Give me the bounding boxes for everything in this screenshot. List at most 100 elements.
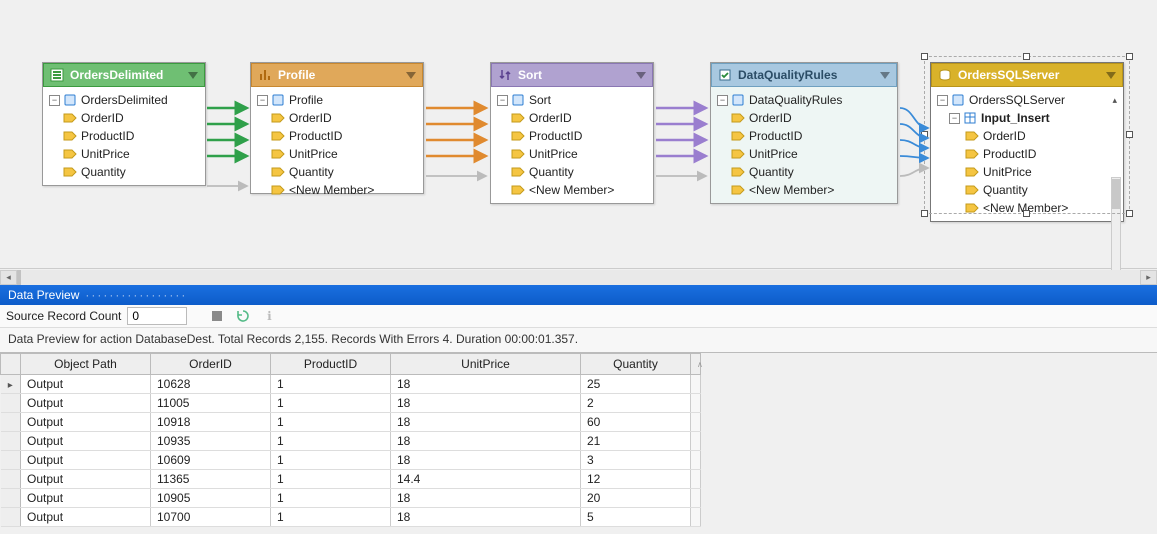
member-row[interactable]: UnitPrice [937,163,1117,181]
grid-row[interactable]: Output107001185 [1,508,701,527]
chevron-down-icon[interactable] [406,72,416,79]
row-selector[interactable] [1,432,21,451]
member-row[interactable]: OrderID [257,109,417,127]
preview-grid[interactable]: Object Path OrderID ProductID UnitPrice … [0,352,1157,527]
dataflow-canvas[interactable]: OrdersDelimited − OrdersDelimited OrderI… [0,0,1157,268]
member-row[interactable]: ProductID [497,127,647,145]
input-row[interactable]: − Input_Insert [937,109,1117,127]
grid-cell[interactable]: Output [21,413,151,432]
grid-cell[interactable]: 2 [581,394,691,413]
member-row-new[interactable]: <New Member> [497,181,647,199]
collapse-icon[interactable]: − [497,95,508,106]
grid-cell[interactable]: 1 [271,375,391,394]
member-row[interactable]: ProductID [257,127,417,145]
col-header[interactable]: OrderID [151,354,271,375]
chevron-down-icon[interactable] [636,72,646,79]
stop-button[interactable] [207,307,227,325]
node-header[interactable]: Sort [491,63,653,87]
tree-root-row[interactable]: − Profile [257,91,417,109]
resize-handle[interactable] [921,210,928,217]
grid-cell[interactable]: 1 [271,413,391,432]
grid-cell[interactable]: 1 [271,489,391,508]
grid-row[interactable]: Output1093511821 [1,432,701,451]
col-header[interactable]: Object Path [21,354,151,375]
grid-row[interactable]: Output11365114.412 [1,470,701,489]
grid-cell[interactable]: 18 [391,394,581,413]
tree-root-row[interactable]: − Sort [497,91,647,109]
node-header[interactable]: OrdersDelimited [43,63,205,87]
grid-cell[interactable]: 10628 [151,375,271,394]
resize-handle[interactable] [921,131,928,138]
grid-cell[interactable]: 11365 [151,470,271,489]
row-selector[interactable] [1,470,21,489]
member-row-new[interactable]: <New Member> [717,181,891,199]
row-selector[interactable] [1,375,21,394]
grid-cell[interactable]: 25 [581,375,691,394]
grid-cell[interactable]: 18 [391,413,581,432]
grid-cell[interactable]: 1 [271,394,391,413]
member-row[interactable]: UnitPrice [717,145,891,163]
tree-root-row[interactable]: − DataQualityRules [717,91,891,109]
row-selector[interactable] [1,489,21,508]
grid-cell[interactable]: Output [21,451,151,470]
grid-cell[interactable]: 5 [581,508,691,527]
tree-root-row[interactable]: − OrdersSQLServer ▴ [937,91,1117,109]
resize-handle[interactable] [1126,131,1133,138]
row-selector[interactable] [1,508,21,527]
node-sort[interactable]: Sort − Sort OrderID ProductID UnitPrice … [490,62,654,204]
member-row[interactable]: UnitPrice [497,145,647,163]
row-selector[interactable] [1,394,21,413]
member-row[interactable]: OrderID [497,109,647,127]
grid-cell[interactable]: 3 [581,451,691,470]
chevron-down-icon[interactable] [188,72,198,79]
member-row[interactable]: Quantity [717,163,891,181]
grid-cell[interactable]: 12 [581,470,691,489]
scroll-track[interactable] [17,270,1140,285]
grid-cell[interactable]: 18 [391,375,581,394]
info-button[interactable]: ℹ [259,307,279,325]
collapse-icon[interactable]: − [937,95,948,106]
node-header[interactable]: DataQualityRules [711,63,897,87]
grid-row[interactable]: Output1062811825 [1,375,701,394]
grid-cell[interactable]: 18 [391,451,581,470]
scroll-right-button[interactable]: ▸ [1140,270,1157,285]
grid-cell[interactable]: 20 [581,489,691,508]
collapse-icon[interactable]: − [257,95,268,106]
source-record-count-input[interactable] [127,307,187,325]
grid-cell[interactable]: 1 [271,508,391,527]
member-row[interactable]: Quantity [257,163,417,181]
member-row[interactable]: UnitPrice [257,145,417,163]
node-scrollbar[interactable] [1111,177,1121,273]
resize-handle[interactable] [1023,53,1030,60]
row-selector[interactable] [1,413,21,432]
collapse-icon[interactable]: − [949,113,960,124]
grid-cell[interactable]: 10700 [151,508,271,527]
member-row[interactable]: UnitPrice [49,145,199,163]
member-row[interactable]: Quantity [49,163,199,181]
refresh-button[interactable] [233,307,253,325]
scroll-left-button[interactable]: ◂ [0,270,17,285]
grid-cell[interactable]: Output [21,508,151,527]
member-row[interactable]: ProductID [937,145,1117,163]
member-row[interactable]: OrderID [49,109,199,127]
grid-cell[interactable]: Output [21,470,151,489]
col-header[interactable]: Quantity [581,354,691,375]
row-selector[interactable] [1,451,21,470]
collapse-icon[interactable]: − [717,95,728,106]
node-profile[interactable]: Profile − Profile OrderID ProductID Unit… [250,62,424,194]
resize-handle[interactable] [1126,53,1133,60]
member-row[interactable]: OrderID [937,127,1117,145]
resize-handle[interactable] [1126,210,1133,217]
grid-cell[interactable]: 10609 [151,451,271,470]
grid-row[interactable]: Output106091183 [1,451,701,470]
node-data-quality-rules[interactable]: DataQualityRules − DataQualityRules Orde… [710,62,898,204]
grid-cell[interactable]: 1 [271,470,391,489]
grid-cell[interactable]: 11005 [151,394,271,413]
col-header[interactable]: UnitPrice [391,354,581,375]
member-row[interactable]: Quantity [937,181,1117,199]
node-orders-sql-server[interactable]: OrdersSQLServer − OrdersSQLServer ▴ − In… [930,62,1124,222]
grid-cell[interactable]: 10918 [151,413,271,432]
grid-cell[interactable]: Output [21,432,151,451]
node-orders-delimited[interactable]: OrdersDelimited − OrdersDelimited OrderI… [42,62,206,186]
grid-cell[interactable]: 1 [271,432,391,451]
